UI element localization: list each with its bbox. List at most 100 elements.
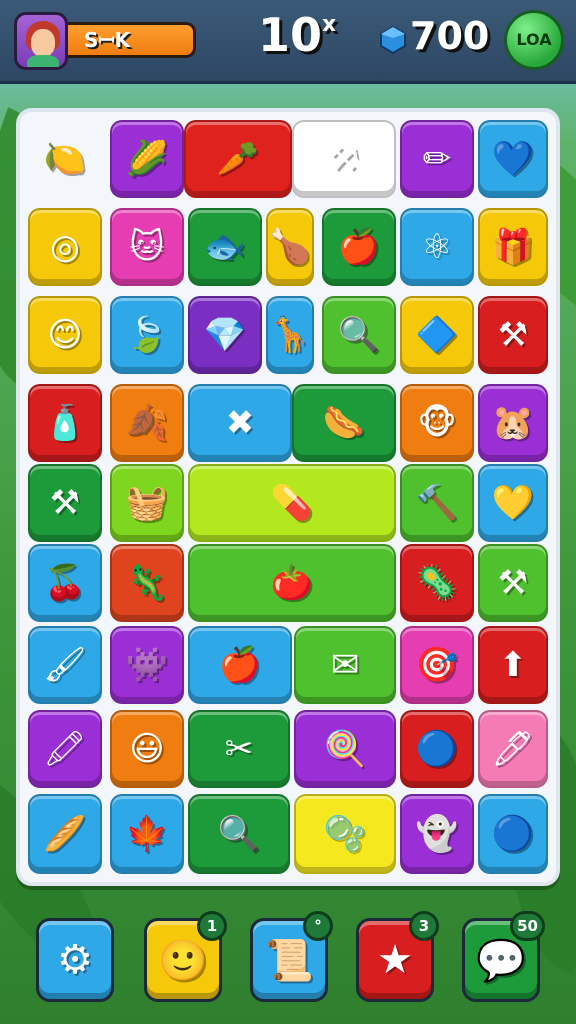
tile[interactable]: 😃 <box>110 710 184 788</box>
bandage-icon: ✖ <box>225 403 255 443</box>
tile[interactable]: 🍒 <box>28 544 102 622</box>
corn-icon: 🌽 <box>125 139 169 179</box>
character-face-icon: 🙂 <box>158 937 208 984</box>
tile[interactable]: 💊 <box>188 464 396 542</box>
tile[interactable]: ✉ <box>294 626 396 704</box>
tile[interactable]: ⚒ <box>478 544 548 622</box>
tile[interactable]: 🍭 <box>294 710 396 788</box>
tile[interactable]: 🍎 <box>188 626 292 704</box>
settings-button[interactable]: ⚙ <box>36 918 114 1002</box>
tile[interactable]: 🍋 <box>28 120 102 198</box>
tile[interactable]: ✖ <box>188 384 292 462</box>
player-name: SꟷK <box>84 28 131 52</box>
tile[interactable]: ⚒ <box>28 464 102 542</box>
tile[interactable]: ✂ <box>188 710 290 788</box>
smiley-icon: 😊 <box>47 315 83 355</box>
tile[interactable]: 🔵 <box>400 710 474 788</box>
crossed-tools-icon: ⚒ <box>497 563 529 603</box>
star-button[interactable]: ★ 3 <box>356 911 439 1002</box>
tile[interactable]: 🦎 <box>110 544 184 622</box>
tile[interactable]: ✏ <box>400 120 474 198</box>
carrot-icon: 🥕 <box>216 139 260 179</box>
crossed-tools-icon: ⚒ <box>328 139 360 179</box>
tile[interactable]: 🌽 <box>110 120 184 198</box>
up-arrow-icon: ⬆ <box>498 645 528 685</box>
blue-ball-icon: 🔵 <box>415 729 459 769</box>
tile[interactable]: 🍅 <box>188 544 396 622</box>
alien-face-icon: 👾 <box>125 645 169 685</box>
tile[interactable]: 🔵 <box>478 794 548 874</box>
tile[interactable]: 🖌 <box>28 626 102 704</box>
lizard-icon: 🦎 <box>125 563 169 603</box>
tile[interactable]: 🥕 <box>184 120 292 198</box>
tile[interactable]: 🌭 <box>292 384 396 462</box>
drumstick-icon: 🍗 <box>268 227 312 267</box>
level-indicator: 10x <box>258 8 336 68</box>
scroll-button[interactable]: 📜 ° <box>250 911 333 1002</box>
leaf-icon: 🍃 <box>125 315 169 355</box>
pencil-icon: ✏ <box>422 139 452 179</box>
tile[interactable]: ◎ <box>28 208 102 286</box>
tile[interactable]: ⚒ <box>478 296 548 374</box>
red-apple-icon: 🍎 <box>218 645 262 685</box>
tile[interactable]: 👻 <box>400 794 474 874</box>
tile[interactable]: 💎 <box>188 296 262 374</box>
crossed-wrenches-icon: ⚒ <box>49 483 81 523</box>
avatar-face <box>31 29 55 57</box>
tile[interactable]: 🧴 <box>28 384 102 462</box>
tile[interactable]: 🧺 <box>110 464 184 542</box>
ghost-icon: 👻 <box>415 814 459 854</box>
sausage-icon: 🌭 <box>322 403 366 443</box>
tile[interactable]: 🐵 <box>400 384 474 462</box>
tile[interactable]: 🐟 <box>188 208 262 286</box>
orange-smiley-icon: 😃 <box>129 729 165 769</box>
gear-icon: ⚙ <box>57 937 93 983</box>
tile[interactable]: 🔨 <box>400 464 474 542</box>
level-button[interactable]: LOA <box>504 10 564 70</box>
tile[interactable]: 😊 <box>28 296 102 374</box>
green-marker-icon: 🖊 <box>491 729 535 769</box>
tile[interactable]: 🍎 <box>322 208 396 286</box>
marble-icon: 🔵 <box>491 814 535 854</box>
tile[interactable]: 🦒 <box>266 296 314 374</box>
tile[interactable]: 🍁 <box>110 794 184 874</box>
yellow-heart-icon: 💛 <box>491 483 535 523</box>
tile[interactable]: 🐹 <box>478 384 548 462</box>
player-avatar[interactable] <box>14 12 68 70</box>
chat-button[interactable]: 💬 50 <box>462 911 545 1002</box>
player-name-bar[interactable]: SꟷK <box>62 22 196 58</box>
tile[interactable]: 🎯 <box>400 626 474 704</box>
tile[interactable]: 🖍 <box>28 710 102 788</box>
tile[interactable]: 🍂 <box>110 384 184 462</box>
tile[interactable]: 🔍 <box>188 794 290 874</box>
character-button[interactable]: 🙂 1 <box>144 911 227 1002</box>
tile[interactable]: 🐱 <box>110 208 184 286</box>
lollipop-icon: 🍭 <box>323 729 367 769</box>
tile[interactable]: 🫧 <box>294 794 396 874</box>
bubble-icon: 🫧 <box>323 814 367 854</box>
tile[interactable]: ⬆ <box>478 626 548 704</box>
tile[interactable]: 💙 <box>478 120 548 198</box>
bottle-icon: 🧴 <box>43 403 87 443</box>
molecule-icon: ⚛ <box>421 227 453 267</box>
leaf-ball-icon: 🍂 <box>125 403 169 443</box>
feather-leaf-icon: 🍁 <box>125 814 169 854</box>
tile[interactable]: 🔷 <box>400 296 474 374</box>
tile[interactable]: 🔍 <box>322 296 396 374</box>
tile[interactable]: ⚛ <box>400 208 474 286</box>
tile[interactable]: 🖊 <box>478 710 548 788</box>
count-badge: 50 <box>510 911 545 941</box>
target-icon: 🎯 <box>415 645 459 685</box>
heart-balloon-icon: 💙 <box>491 139 535 179</box>
gift-box-icon: 🎁 <box>491 227 535 267</box>
tile[interactable]: 🥖 <box>28 794 102 874</box>
virus-icon: 🦠 <box>415 563 459 603</box>
tile[interactable]: 🍗 <box>266 208 314 286</box>
tile[interactable]: 🦠 <box>400 544 474 622</box>
tile[interactable]: 🎁 <box>478 208 548 286</box>
tile[interactable]: ⚒ <box>292 120 396 198</box>
apple-icon: 🍎 <box>337 227 381 267</box>
tile[interactable]: 👾 <box>110 626 184 704</box>
tile[interactable]: 💛 <box>478 464 548 542</box>
tile[interactable]: 🍃 <box>110 296 184 374</box>
